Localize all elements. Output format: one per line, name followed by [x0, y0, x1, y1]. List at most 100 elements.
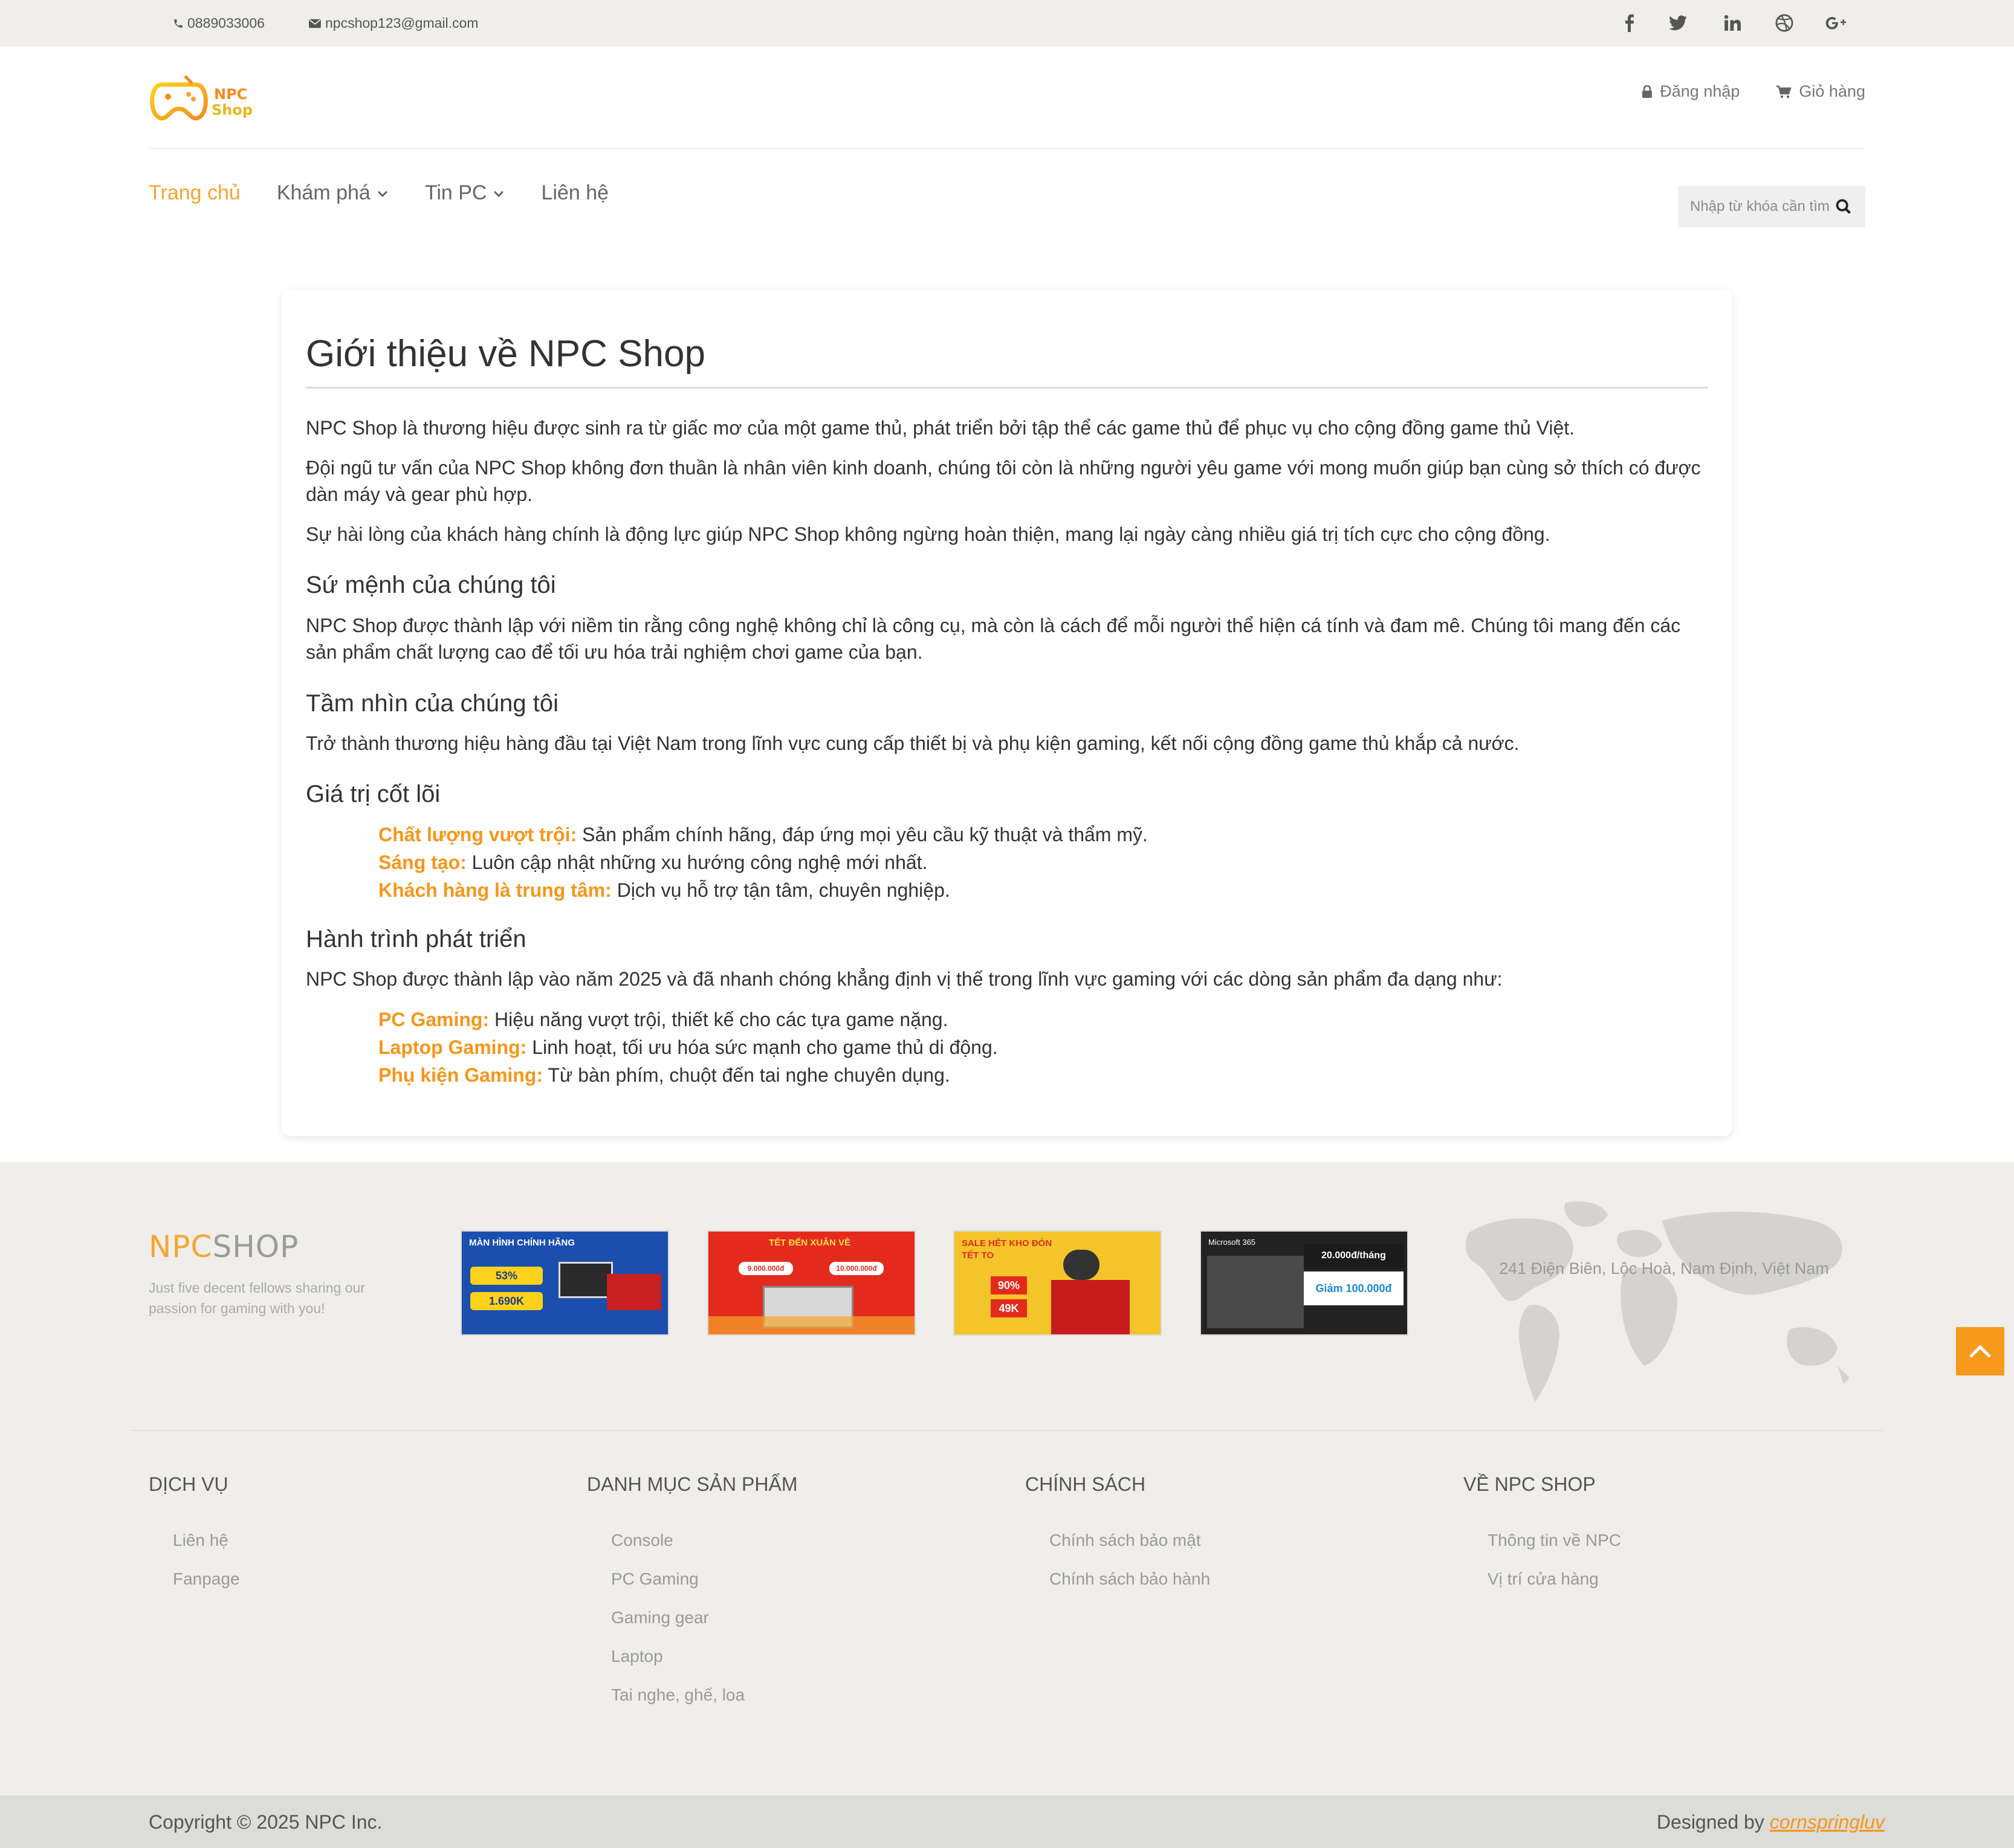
banner-title: TẾT ĐẾN XUÂN VỀ — [769, 1238, 851, 1248]
footer-link[interactable]: Laptop — [611, 1647, 797, 1685]
intro-paragraph: Đội ngũ tư vấn của NPC Shop không đơn th… — [306, 457, 1701, 505]
logo-text-npc: NPC — [214, 86, 247, 103]
promo-banner-sale[interactable]: SALE HẾT KHO ĐÓN TẾT TO 90% 49K — [953, 1230, 1162, 1336]
vision-paragraph: Trở thành thương hiệu hàng đầu tại Việt … — [306, 732, 1520, 754]
footer-column-about: VỀ NPC SHOP Thông tin về NPC Vị trí cửa … — [1463, 1473, 1621, 1608]
list-item: Sáng tạo: Luôn cập nhật những xu hướng c… — [378, 848, 1148, 876]
footer-column-policies: CHÍNH SÁCH Chính sách bảo mật Chính sách… — [1025, 1473, 1210, 1608]
core-values-heading: Giá trị cốt lõi — [306, 781, 441, 807]
dribbble-icon[interactable] — [1772, 11, 1796, 35]
column-heading: VỀ NPC SHOP — [1463, 1473, 1596, 1495]
value-text: Luôn cập nhật những xu hướng công nghệ m… — [466, 851, 928, 873]
footer-brand: NPCSHOP — [149, 1229, 299, 1264]
logo-text-shop: Shop — [212, 102, 253, 118]
intro-paragraph: Sự hài lòng của khách hàng chính là động… — [306, 523, 1550, 545]
intro-paragraph: NPC Shop là thương hiệu được sinh ra từ … — [306, 417, 1575, 439]
title-divider — [306, 387, 1708, 389]
facebook-icon[interactable] — [1617, 11, 1642, 35]
vision-heading: Tầm nhìn của chúng tôi — [306, 690, 559, 717]
store-address: 241 Điện Biên, Lộc Hoà, Nam Định, Việt N… — [1499, 1259, 1829, 1278]
footer-tagline: Just five decent fellows sharing our pas… — [149, 1280, 365, 1316]
footer-link[interactable]: Console — [611, 1531, 797, 1569]
column-heading: DỊCH VỤ — [149, 1473, 228, 1495]
chevron-up-icon — [1969, 1345, 1991, 1358]
envelope-icon — [309, 19, 321, 28]
banner-value: 49K — [991, 1299, 1027, 1317]
journey-paragraph: NPC Shop được thành lập vào năm 2025 và … — [306, 968, 1503, 990]
list-item: PC Gaming: Hiệu năng vượt trội, thiết kế… — [378, 1006, 998, 1033]
promo-banner-monitor[interactable]: MÀN HÌNH CHÍNH HÃNG 53% 1.690K — [461, 1230, 669, 1336]
lock-icon — [1642, 85, 1653, 98]
value-keyword: Chất lượng vượt trội: — [378, 824, 577, 845]
banner-value: 90% — [991, 1276, 1027, 1294]
brand-shop: SHOP — [212, 1229, 299, 1264]
copyright-text: Copyright © 2025 NPC Inc. — [149, 1811, 383, 1833]
core-values-list: Chất lượng vượt trội: Sản phẩm chính hãn… — [378, 821, 1148, 904]
brand-npc: NPC — [149, 1229, 213, 1264]
designed-by: Designed by cornspringluv — [1657, 1811, 1885, 1833]
list-item: Phụ kiện Gaming: Từ bàn phím, chuột đến … — [378, 1061, 998, 1089]
phone-icon — [174, 19, 183, 28]
footer-link[interactable]: Thông tin về NPC — [1488, 1531, 1621, 1569]
banner-value: Giảm 100.000đ — [1304, 1271, 1404, 1305]
footer-link[interactable]: Tai nghe, ghế, loa — [611, 1685, 797, 1724]
linkedin-icon[interactable] — [1720, 11, 1744, 35]
nav-item-home[interactable]: Trang chủ — [149, 181, 241, 205]
footer-link[interactable]: Chính sách bảo mật — [1049, 1531, 1210, 1569]
page-title: Giới thiệu về NPC Shop — [306, 333, 705, 375]
cart-link[interactable]: Giỏ hàng — [1776, 82, 1865, 101]
value-keyword: Khách hàng là trung tâm: — [378, 879, 612, 901]
footer-link[interactable]: Gaming gear — [611, 1608, 797, 1647]
top-bar: 0889033006 npcshop123@gmail.com — [0, 0, 2014, 47]
footer-link[interactable]: Liên hệ — [173, 1531, 240, 1569]
footer-link[interactable]: Fanpage — [173, 1569, 240, 1608]
email-contact[interactable]: npcshop123@gmail.com — [308, 0, 478, 47]
banner-title: Microsoft 365 — [1208, 1238, 1256, 1247]
nav-item-label: Trang chủ — [149, 181, 241, 204]
footer-link[interactable]: PC Gaming — [611, 1569, 797, 1608]
search-box — [1678, 186, 1865, 227]
cart-icon — [1776, 85, 1792, 98]
back-to-top-button[interactable] — [1956, 1327, 2004, 1375]
product-lines-list: PC Gaming: Hiệu năng vượt trội, thiết kế… — [378, 1006, 998, 1089]
footer-link[interactable]: Vị trí cửa hàng — [1488, 1569, 1621, 1608]
nav-item-label: Tin PC — [424, 181, 487, 204]
banner-title: MÀN HÌNH CHÍNH HÃNG — [469, 1238, 575, 1248]
banner-value: 53% — [470, 1267, 543, 1285]
promo-banner-microsoft[interactable]: Microsoft 365 20.000đ/tháng Giảm 100.000… — [1200, 1230, 1408, 1336]
value-text: Dịch vụ hỗ trợ tận tâm, chuyên nghiệp. — [611, 879, 950, 901]
nav-item-contact[interactable]: Liên hệ — [541, 181, 609, 205]
footer-divider — [131, 1430, 1883, 1431]
banner-value: 10.000.000đ — [829, 1262, 884, 1275]
product-keyword: Laptop Gaming: — [378, 1036, 527, 1058]
promo-banner-tet[interactable]: TẾT ĐẾN XUÂN VỀ 9.000.000đ 10.000.000đ — [707, 1230, 916, 1336]
footer-link[interactable]: Chính sách bảo hành — [1049, 1569, 1210, 1608]
npc-shop-logo[interactable]: NPC Shop — [149, 70, 270, 126]
mission-heading: Sứ mệnh của chúng tôi — [306, 572, 556, 598]
nav-item-label: Khám phá — [276, 181, 371, 204]
banner-value: 9.000.000đ — [739, 1262, 793, 1275]
twitter-icon[interactable] — [1666, 11, 1690, 35]
product-keyword: Phụ kiện Gaming: — [378, 1064, 543, 1086]
product-text: Từ bàn phím, chuột đến tai nghe chuyên d… — [543, 1064, 950, 1086]
designer-link[interactable]: cornspringluv — [1770, 1811, 1885, 1833]
cart-label: Giỏ hàng — [1799, 82, 1865, 100]
phone-contact[interactable]: 0889033006 — [173, 0, 265, 47]
main-nav: Trang chủ Khám phá Tin PC Liên hệ — [149, 181, 645, 205]
nav-item-explore[interactable]: Khám phá — [277, 181, 389, 205]
value-text: Sản phẩm chính hãng, đáp ứng mọi yêu cầu… — [577, 824, 1148, 845]
google-plus-icon[interactable] — [1824, 11, 1848, 35]
chevron-down-icon — [494, 190, 504, 197]
mission-paragraph: NPC Shop được thành lập với niềm tin rằn… — [306, 615, 1681, 663]
nav-item-pc-news[interactable]: Tin PC — [425, 181, 505, 205]
header-divider — [149, 148, 1865, 149]
search-input[interactable] — [1690, 198, 1835, 215]
product-keyword: PC Gaming: — [378, 1009, 490, 1030]
world-map-image — [1465, 1201, 1850, 1402]
journey-heading: Hành trình phát triển — [306, 926, 526, 952]
value-keyword: Sáng tạo: — [378, 851, 467, 873]
search-icon[interactable] — [1835, 198, 1852, 218]
product-text: Linh hoạt, tối ưu hóa sức mạnh cho game … — [526, 1036, 998, 1058]
login-label: Đăng nhập — [1660, 82, 1740, 100]
login-link[interactable]: Đăng nhập — [1642, 82, 1740, 101]
